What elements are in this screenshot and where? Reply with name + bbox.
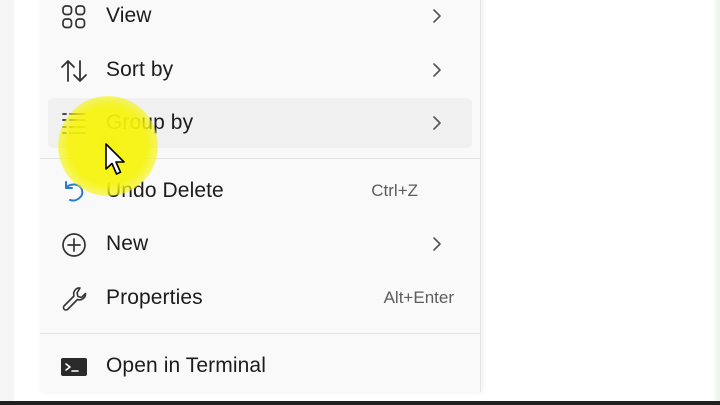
chevron-right-icon xyxy=(433,237,441,251)
taskbar-edge xyxy=(0,401,720,405)
mouse-pointer-icon xyxy=(105,143,125,175)
view-grid-icon xyxy=(60,3,88,31)
sort-arrows-icon xyxy=(60,57,88,85)
menu-item-open-in-terminal[interactable]: Open in Terminal xyxy=(48,341,472,391)
menu-item-sort-by[interactable]: Sort by xyxy=(48,45,472,95)
menu-item-label: View xyxy=(106,4,152,27)
chevron-right-icon xyxy=(433,116,441,130)
keyboard-shortcut: Alt+Enter xyxy=(383,288,454,307)
menu-item-label: Properties xyxy=(106,286,203,309)
chevron-right-icon xyxy=(433,63,441,77)
window-edge xyxy=(714,0,720,405)
chevron-right-icon xyxy=(433,9,441,23)
keyboard-shortcut: Ctrl+Z xyxy=(371,181,418,200)
menu-item-label: Open in Terminal xyxy=(106,354,266,377)
window-background-right xyxy=(480,0,720,405)
menu-item-view[interactable]: View xyxy=(48,0,472,41)
context-menu: View Sort by Group by xyxy=(40,0,481,392)
window-background-left xyxy=(0,0,14,405)
menu-item-properties[interactable]: Properties Alt+Enter xyxy=(48,273,472,323)
add-circle-icon xyxy=(60,231,88,259)
menu-item-new[interactable]: New xyxy=(48,219,472,269)
terminal-icon xyxy=(60,353,88,381)
menu-separator xyxy=(40,333,480,334)
menu-item-label: New xyxy=(106,232,149,255)
wrench-icon xyxy=(60,285,88,313)
menu-item-label: Sort by xyxy=(106,58,174,81)
